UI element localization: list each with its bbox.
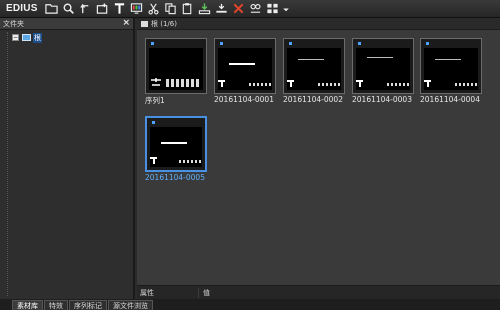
view-button[interactable] xyxy=(265,1,281,17)
clip-preview xyxy=(214,38,276,94)
clip-status-dot xyxy=(152,121,155,124)
new-sequence-icon xyxy=(96,3,108,14)
search-button[interactable] xyxy=(61,1,77,17)
title-t-icon xyxy=(424,80,431,87)
properties-icon xyxy=(250,3,261,13)
clip-name: 20161104-0001 xyxy=(214,95,274,104)
clip-status-dot xyxy=(289,42,292,45)
clip-thumbnail[interactable]: 20161104-0001 xyxy=(214,38,276,104)
bin-header: 根 (1/6) xyxy=(137,18,500,30)
folder-icon xyxy=(141,20,148,27)
clip-preview xyxy=(352,38,414,94)
folder-pane-header: 文件夹 × xyxy=(0,18,133,30)
title-t-icon xyxy=(150,157,157,164)
clip-thumbnail[interactable]: 20161104-0003 xyxy=(352,38,414,104)
app-name: EDIUS xyxy=(6,3,38,14)
up-arrow-icon xyxy=(80,3,89,14)
folder-icon xyxy=(22,34,31,41)
clip-preview xyxy=(420,38,482,94)
main-toolbar: EDIUS xyxy=(0,0,500,18)
title-t-icon xyxy=(356,80,363,87)
clip-name: 20161104-0002 xyxy=(283,95,343,104)
clip-status-dot xyxy=(151,42,154,45)
clip-status-dot xyxy=(426,42,429,45)
clip-name: 20161104-0004 xyxy=(420,95,480,104)
open-folder-button[interactable] xyxy=(44,1,60,17)
add-to-timeline-icon xyxy=(198,3,211,15)
copy-button[interactable] xyxy=(163,1,179,17)
clip-name: 20161104-0003 xyxy=(352,95,412,104)
clip-preview xyxy=(145,116,207,172)
value-column-header[interactable]: 值 xyxy=(199,288,500,298)
delete-x-icon xyxy=(233,3,244,14)
tab-source-browser[interactable]: 源文件浏览 xyxy=(108,300,153,310)
new-sequence-button[interactable] xyxy=(95,1,111,17)
clip-status-dot xyxy=(220,42,223,45)
clip-thumbnail[interactable]: 序列1 xyxy=(145,38,207,105)
title-button[interactable] xyxy=(112,1,128,17)
tree-guide-line xyxy=(7,32,8,296)
bottom-tab-bar: 素材库 特效 序列标记 源文件浏览 xyxy=(0,299,500,310)
properties-bar: 属性 值 xyxy=(137,285,500,299)
tab-sequence-markers[interactable]: 序列标记 xyxy=(69,300,107,310)
up-button[interactable] xyxy=(78,1,94,17)
bin-pane: 根 (1/6) 序列1 20161104-0001 20161104-0002 … xyxy=(137,18,500,299)
folder-icon xyxy=(45,4,58,14)
paste-icon xyxy=(182,3,192,15)
view-grid-icon xyxy=(267,3,278,14)
folder-pane: 文件夹 × − 根 xyxy=(0,18,135,299)
folder-pane-title: 文件夹 xyxy=(3,19,24,28)
title-t-icon xyxy=(114,3,125,14)
bin-header-label: 根 (1/6) xyxy=(151,19,177,28)
tab-bin[interactable]: 素材库 xyxy=(12,300,43,310)
color-bar-button[interactable] xyxy=(129,1,145,17)
cut-button[interactable] xyxy=(146,1,162,17)
close-icon[interactable]: × xyxy=(122,19,130,28)
clip-status-dot xyxy=(358,42,361,45)
color-bar-icon xyxy=(130,3,143,14)
title-t-icon xyxy=(218,80,225,87)
insert-icon xyxy=(216,3,227,13)
tree-item-root[interactable]: − 根 xyxy=(12,32,42,43)
clip-grid: 序列1 20161104-0001 20161104-0002 20161104… xyxy=(137,30,500,285)
tree-item-label: 根 xyxy=(33,32,42,43)
insert-button[interactable] xyxy=(214,1,230,17)
sequence-tracks xyxy=(166,79,200,87)
property-column-header[interactable]: 属性 xyxy=(137,287,199,298)
clip-thumbnail[interactable]: 20161104-0004 xyxy=(420,38,482,104)
copy-icon xyxy=(165,3,176,15)
folder-tree: − 根 xyxy=(0,30,133,296)
search-icon xyxy=(63,3,74,14)
title-t-icon xyxy=(287,80,294,87)
clip-thumbnail-selected[interactable]: 20161104-0005 xyxy=(145,116,207,182)
clip-preview xyxy=(145,38,207,94)
scissors-icon xyxy=(148,3,159,15)
paste-button[interactable] xyxy=(180,1,196,17)
dropdown-icon xyxy=(282,8,289,12)
clip-preview xyxy=(283,38,345,94)
clip-name: 20161104-0005 xyxy=(145,173,205,182)
properties-button[interactable] xyxy=(248,1,264,17)
clip-thumbnail[interactable]: 20161104-0002 xyxy=(283,38,345,104)
sequence-icon xyxy=(151,78,161,86)
add-to-timeline-button[interactable] xyxy=(197,1,213,17)
collapse-toggle-icon[interactable]: − xyxy=(12,34,19,41)
clip-name: 序列1 xyxy=(145,96,165,105)
tab-effects[interactable]: 特效 xyxy=(44,300,68,310)
view-dropdown-button[interactable] xyxy=(282,1,290,17)
delete-button[interactable] xyxy=(231,1,247,17)
